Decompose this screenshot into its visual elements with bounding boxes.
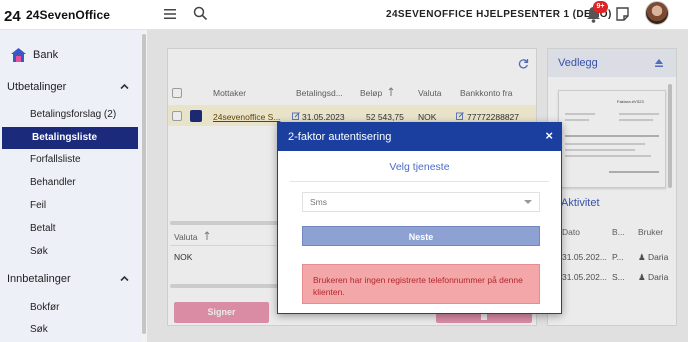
svg-text:24: 24 bbox=[4, 8, 21, 23]
brand-logo[interactable]: 24 24SevenOffice bbox=[4, 7, 110, 23]
section-innbetalinger[interactable]: Innbetalinger bbox=[0, 268, 141, 290]
module-bank-label: Bank bbox=[33, 49, 59, 61]
sidebar-scrollbar-thumb[interactable] bbox=[142, 34, 146, 334]
chevron-up-icon[interactable] bbox=[120, 274, 129, 283]
two-factor-modal: 2-faktor autentisering × Velg tjeneste S… bbox=[277, 122, 562, 314]
company-name[interactable]: 24SEVENOFFICE HJELPESENTER 1 (DEMO) bbox=[386, 9, 612, 20]
section-utbetalinger[interactable]: Utbetalinger bbox=[0, 76, 141, 98]
notification-count-badge: 9+ bbox=[593, 1, 608, 13]
nav-sok-utbetalinger[interactable]: Søk bbox=[0, 241, 141, 263]
nav-behandler[interactable]: Behandler bbox=[0, 172, 141, 194]
chevron-down-icon bbox=[524, 200, 532, 204]
service-select[interactable]: Sms bbox=[302, 192, 540, 212]
modal-divider bbox=[290, 181, 549, 182]
section-utbetalinger-label: Utbetalinger bbox=[7, 81, 67, 93]
module-bank[interactable]: Bank bbox=[10, 47, 58, 63]
brand-logo-mark: 24 bbox=[4, 8, 21, 23]
next-button[interactable]: Neste bbox=[302, 226, 540, 246]
modal-subtitle: Velg tjeneste bbox=[389, 161, 450, 173]
notes-icon[interactable] bbox=[615, 6, 630, 22]
error-alert: Brukeren har ingen registrerte telefonnu… bbox=[302, 264, 540, 304]
user-avatar[interactable] bbox=[645, 1, 669, 25]
nav-forfallsliste[interactable]: Forfallsliste bbox=[0, 149, 141, 171]
modal-title: 2-faktor autentisering bbox=[288, 131, 392, 143]
search-icon[interactable] bbox=[193, 6, 208, 21]
close-icon[interactable]: × bbox=[545, 129, 553, 143]
hamburger-menu-icon[interactable] bbox=[163, 7, 177, 21]
chevron-up-icon[interactable] bbox=[120, 82, 129, 91]
modal-header: 2-faktor autentisering × bbox=[278, 123, 561, 151]
brand-name: 24SevenOffice bbox=[26, 8, 111, 22]
section-innbetalinger-label: Innbetalinger bbox=[7, 273, 71, 285]
top-bar: 24 24SevenOffice 24SEVENOFFICE HJELPESEN… bbox=[0, 0, 688, 30]
nav-sok-innbetalinger[interactable]: Søk bbox=[0, 319, 141, 341]
nav-bokfor[interactable]: Bokfør bbox=[0, 297, 141, 319]
nav-betalt[interactable]: Betalt bbox=[0, 218, 141, 240]
nav-betalingsforslag[interactable]: Betalingsforslag (2) bbox=[0, 104, 141, 126]
nav-betalingsliste[interactable]: Betalingsliste bbox=[2, 127, 138, 149]
nav-feil[interactable]: Feil bbox=[0, 195, 141, 217]
bank-house-icon bbox=[11, 48, 26, 62]
service-select-value: Sms bbox=[310, 197, 327, 207]
